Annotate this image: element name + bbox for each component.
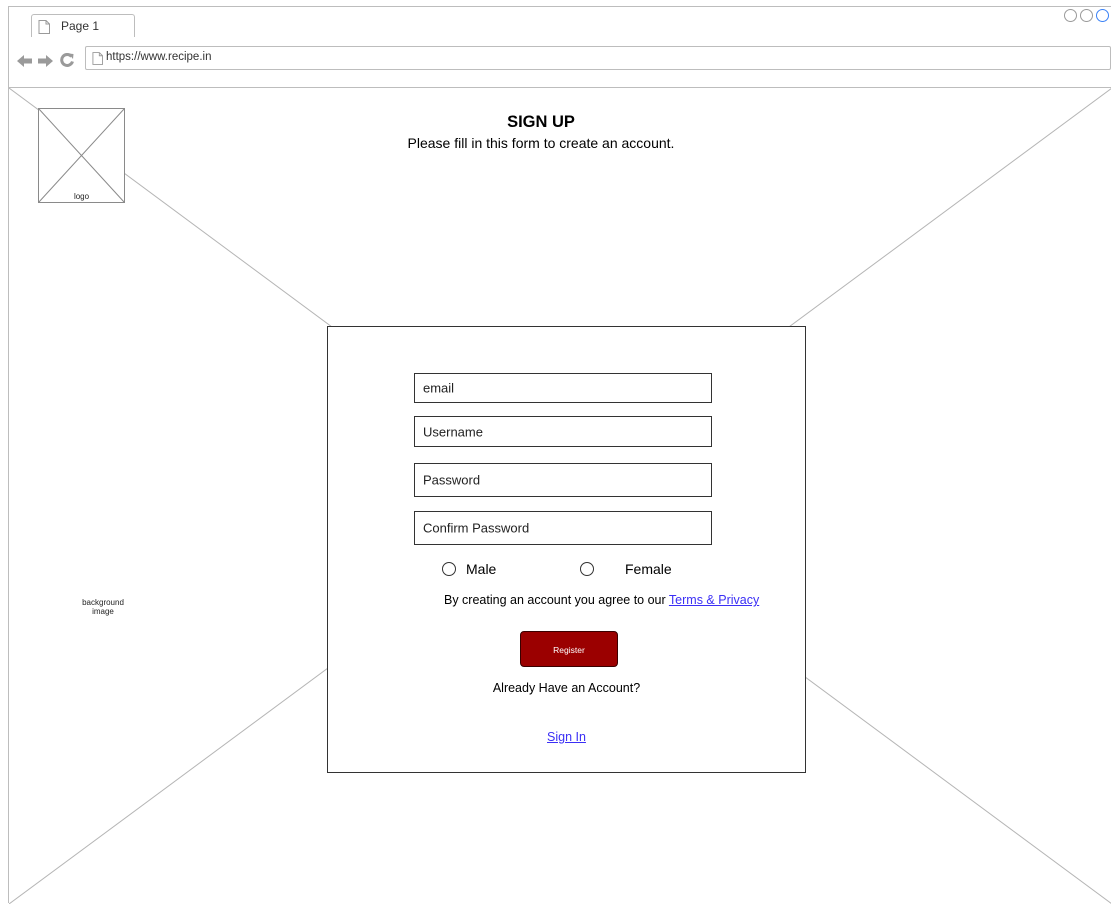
url-text: https://www.recipe.in <box>106 51 212 63</box>
register-button[interactable]: Register <box>520 631 618 667</box>
page-subtitle: Please fill in this form to create an ac… <box>407 135 675 151</box>
tab-strip: Page 1 <box>9 7 1111 38</box>
tab-title: Page 1 <box>61 19 100 33</box>
terms-privacy-link[interactable]: Terms & Privacy <box>669 593 759 607</box>
back-arrow-icon[interactable] <box>17 54 33 72</box>
browser-window: Page 1 https://www.recipe.in background … <box>8 6 1111 904</box>
reload-icon[interactable] <box>60 53 74 72</box>
radio-label-male: Male <box>466 561 497 577</box>
terms-agreement: By creating an account you agree to our … <box>444 593 759 607</box>
username-field[interactable]: Username <box>414 416 712 447</box>
radio-label-female: Female <box>625 561 672 577</box>
confirm-password-field[interactable]: Confirm Password <box>414 511 712 545</box>
forward-arrow-icon[interactable] <box>37 54 53 72</box>
radio-button[interactable] <box>580 562 594 576</box>
page-icon <box>92 52 103 70</box>
logo-label: logo <box>73 192 90 201</box>
page-title: SIGN UP <box>507 113 575 131</box>
terms-agreement-text: By creating an account you agree to our <box>444 593 669 607</box>
password-field[interactable]: Password <box>414 463 712 497</box>
page-content: background image logo SIGN UP Please fil… <box>9 88 1111 904</box>
window-control-icon[interactable] <box>1080 9 1093 22</box>
signup-form: email Username Password Confirm Password… <box>327 326 806 773</box>
window-control-icon[interactable] <box>1096 9 1109 22</box>
signin-row: Sign In <box>328 730 805 744</box>
sign-in-link[interactable]: Sign In <box>547 730 586 744</box>
radio-button[interactable] <box>442 562 456 576</box>
email-field[interactable]: email <box>414 373 712 403</box>
address-bar[interactable]: https://www.recipe.in <box>85 46 1111 70</box>
navigation-bar: https://www.recipe.in <box>9 37 1111 88</box>
window-control-icon[interactable] <box>1064 9 1077 22</box>
background-image-label: background image <box>82 598 124 616</box>
already-account-text: Already Have an Account? <box>492 681 641 695</box>
browser-tab[interactable]: Page 1 <box>31 14 135 37</box>
